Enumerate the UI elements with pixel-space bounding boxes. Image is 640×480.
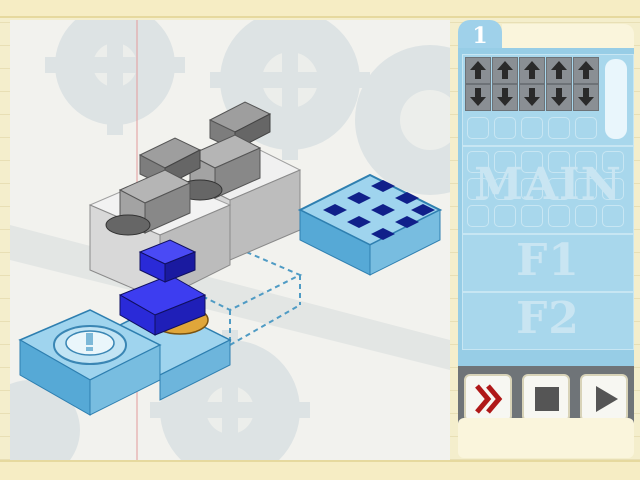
main-slot[interactable] (467, 178, 489, 200)
game-board[interactable] (10, 20, 450, 460)
main-slot[interactable] (494, 178, 516, 200)
palette-slot[interactable] (494, 117, 516, 139)
stop-button[interactable] (522, 374, 570, 422)
f1-program[interactable]: F1 (462, 234, 634, 292)
program-panel: 1 MAIN F1 F2 (456, 20, 636, 460)
main-slot[interactable] (521, 205, 543, 227)
main-slot[interactable] (602, 151, 624, 173)
arrow-down-icon[interactable] (573, 84, 599, 111)
main-slot[interactable] (521, 178, 543, 200)
arrow-down-icon[interactable] (492, 84, 518, 111)
arrow-down-icon[interactable] (465, 84, 491, 111)
main-slot[interactable] (494, 151, 516, 173)
main-slot[interactable] (521, 151, 543, 173)
main-slot[interactable] (548, 205, 570, 227)
board-scene (10, 20, 450, 460)
palette-slot[interactable] (548, 117, 570, 139)
double-chevron-icon (475, 384, 503, 414)
main-slot[interactable] (602, 178, 624, 200)
main-slot[interactable] (602, 205, 624, 227)
arrow-up-icon[interactable] (492, 57, 518, 84)
arrow-down-icon[interactable] (546, 84, 572, 111)
main-slot[interactable] (548, 151, 570, 173)
arrow-up-icon[interactable] (546, 57, 572, 84)
bottom-margin-strip (0, 460, 640, 480)
main-slot[interactable] (575, 151, 597, 173)
palette-slot[interactable] (575, 117, 597, 139)
arrow-up-icon[interactable] (465, 57, 491, 84)
panel-footer (458, 418, 634, 458)
top-margin-strip (0, 0, 640, 18)
command-palette (462, 54, 634, 146)
level-number: 1 (458, 20, 502, 50)
main-slot[interactable] (575, 178, 597, 200)
palette-slot[interactable] (467, 117, 489, 139)
main-program: MAIN (462, 146, 634, 234)
palette-scrollbar[interactable] (605, 59, 627, 139)
main-slot[interactable] (575, 205, 597, 227)
fast-forward-button[interactable] (464, 374, 512, 422)
main-slot[interactable] (467, 205, 489, 227)
main-slot[interactable] (494, 205, 516, 227)
f2-label: F2 (516, 293, 580, 344)
arrow-down-icon[interactable] (519, 84, 545, 111)
main-slot[interactable] (467, 151, 489, 173)
play-triangle-icon (596, 386, 618, 412)
arrow-up-icon[interactable] (519, 57, 545, 84)
f2-program[interactable]: F2 (462, 292, 634, 350)
palette-slot[interactable] (521, 117, 543, 139)
main-slot[interactable] (548, 178, 570, 200)
panel-tab-strip (502, 24, 634, 50)
f1-label: F1 (516, 235, 580, 286)
arrow-up-icon[interactable] (573, 57, 599, 84)
stop-square-icon (535, 387, 559, 411)
play-button[interactable] (580, 374, 628, 422)
